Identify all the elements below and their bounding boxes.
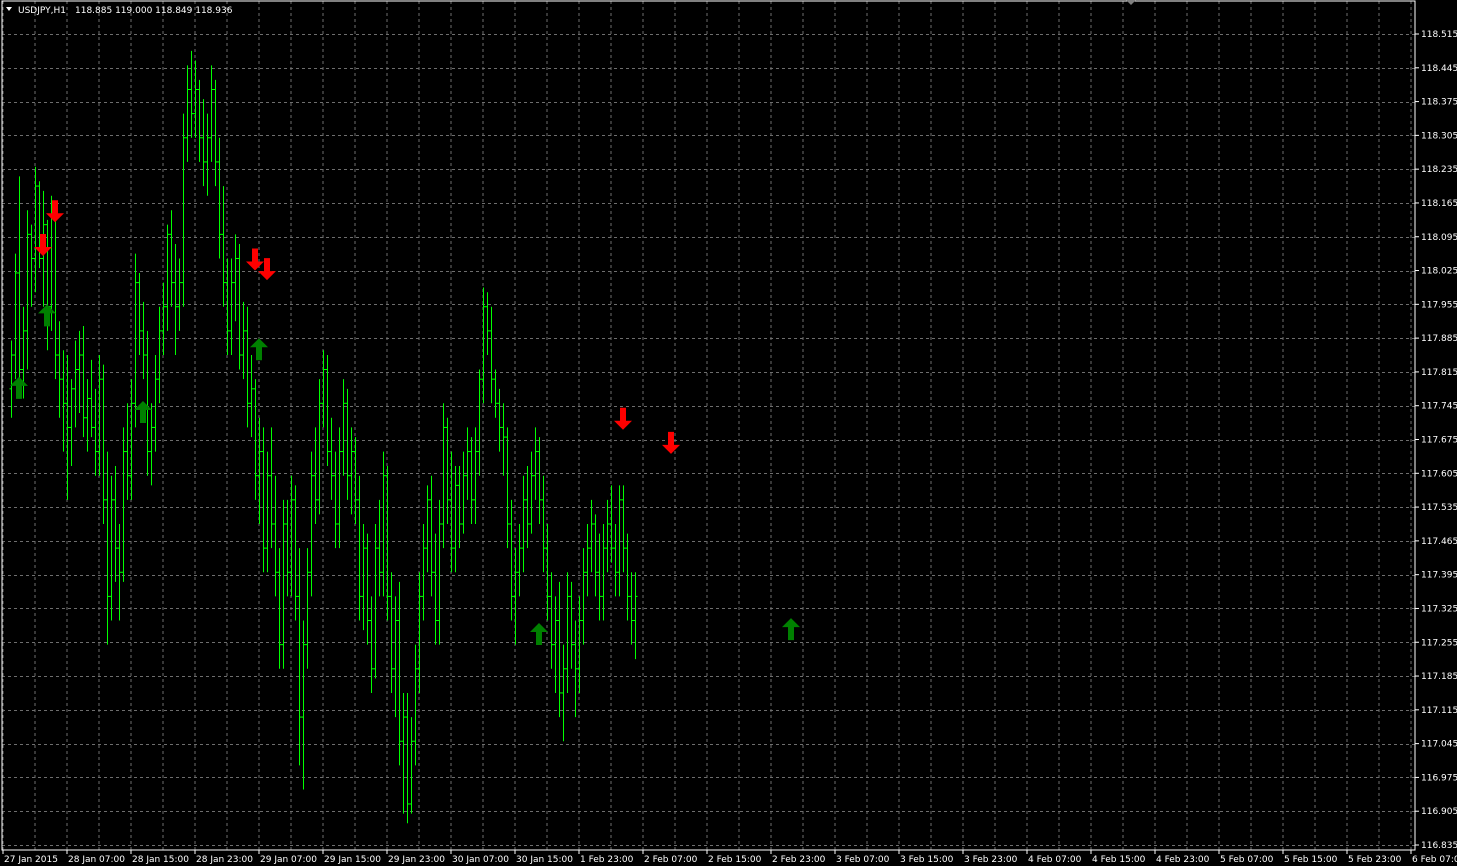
price-tick-label: 117.675: [1421, 436, 1457, 446]
price-tick-label: 118.235: [1421, 165, 1457, 175]
price-tick-label: 117.115: [1421, 706, 1457, 716]
time-tick-label: 3 Feb 15:00: [900, 855, 954, 865]
time-tick-label: 5 Feb 07:00: [1220, 855, 1274, 865]
price-tick-label: 117.465: [1421, 537, 1457, 547]
price-tick-label: 117.745: [1421, 402, 1457, 412]
time-tick-label: 29 Jan 23:00: [388, 855, 445, 865]
price-tick-label: 117.605: [1421, 469, 1457, 479]
chart-background: [0, 0, 1457, 866]
time-tick-label: 30 Jan 15:00: [516, 855, 573, 865]
time-tick-label: 4 Feb 23:00: [1156, 855, 1210, 865]
price-tick-label: 118.305: [1421, 131, 1457, 141]
time-tick-label: 2 Feb 15:00: [708, 855, 762, 865]
price-tick-label: 117.325: [1421, 604, 1457, 614]
time-tick-label: 2 Feb 07:00: [644, 855, 698, 865]
time-tick-label: 29 Jan 07:00: [260, 855, 317, 865]
symbol-header: USDJPY,H1 118.885 119.000 118.849 118.93…: [6, 6, 233, 16]
time-tick-label: 28 Jan 15:00: [132, 855, 189, 865]
time-tick-label: 5 Feb 23:00: [1348, 855, 1402, 865]
price-tick-label: 116.975: [1421, 773, 1457, 783]
price-tick-label: 118.375: [1421, 98, 1457, 108]
time-tick-label: 30 Jan 07:00: [452, 855, 509, 865]
time-tick-label: 5 Feb 15:00: [1284, 855, 1338, 865]
time-tick-label: 4 Feb 07:00: [1028, 855, 1082, 865]
price-tick-label: 117.255: [1421, 638, 1457, 648]
symbol-label: USDJPY,H1: [18, 6, 66, 16]
price-tick-label: 118.025: [1421, 267, 1457, 277]
time-tick-label: 27 Jan 2015: [4, 855, 58, 865]
price-chart[interactable]: 118.515 118.445 118.375 118.305 118.235 118.1…: [0, 0, 1457, 866]
price-tick-label: 118.445: [1421, 64, 1457, 74]
time-tick-label: 1 Feb 23:00: [580, 855, 634, 865]
price-tick-label: 118.515: [1421, 30, 1457, 40]
price-tick-label: 117.045: [1421, 740, 1457, 750]
time-tick-label: 28 Jan 23:00: [196, 855, 253, 865]
price-tick-label: 118.165: [1421, 199, 1457, 209]
time-tick-label: 3 Feb 23:00: [964, 855, 1018, 865]
time-tick-label: 2 Feb 23:00: [772, 855, 826, 865]
time-tick-label: 29 Jan 15:00: [324, 855, 381, 865]
ohlc-label: 118.885 119.000 118.849 118.936: [75, 6, 233, 16]
time-tick-label: 6 Feb 07:00: [1412, 855, 1457, 865]
price-tick-label: 116.835: [1421, 841, 1457, 851]
time-tick-label: 3 Feb 07:00: [836, 855, 890, 865]
price-tick-label: 117.815: [1421, 368, 1457, 378]
price-tick-label: 118.095: [1421, 233, 1457, 243]
price-tick-label: 117.185: [1421, 672, 1457, 682]
time-tick-label: 28 Jan 07:00: [68, 855, 125, 865]
price-tick-label: 117.955: [1421, 300, 1457, 310]
time-tick-label: 4 Feb 15:00: [1092, 855, 1146, 865]
price-tick-label: 116.905: [1421, 807, 1457, 817]
price-tick-label: 117.885: [1421, 334, 1457, 344]
price-tick-label: 117.535: [1421, 503, 1457, 513]
price-tick-label: 117.395: [1421, 571, 1457, 581]
